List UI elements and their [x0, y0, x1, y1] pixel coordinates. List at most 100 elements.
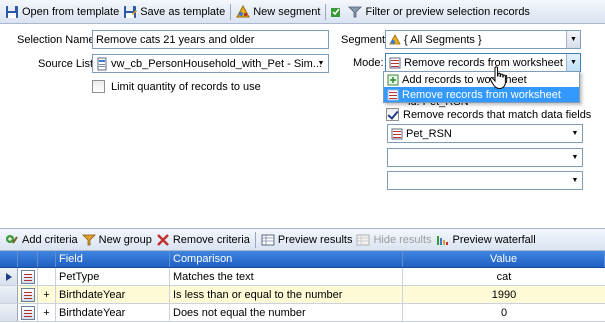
toolbar-divider: [325, 3, 327, 20]
match-field-combo-3[interactable]: ▼: [387, 171, 583, 190]
mode-value: Remove records from worksheet: [404, 56, 563, 69]
toolbar-divider: [230, 3, 232, 20]
column-header-field[interactable]: Field: [56, 251, 170, 267]
row-cell-icon: [18, 286, 38, 303]
mode-option-remove-label: Remove records from worksheet: [402, 88, 561, 101]
source-list-combo[interactable]: vw_cb_PersonHousehold_with_Pet - Sim... …: [92, 54, 329, 73]
segment-value: { All Segments }: [404, 33, 482, 46]
add-records-icon: [387, 73, 399, 87]
segment-shapes-icon: [236, 4, 251, 19]
chevron-down-icon[interactable]: ▼: [568, 172, 582, 189]
selection-name-label: Selection Name:: [17, 34, 98, 46]
segment-label: Segment:: [341, 34, 389, 46]
remove-match-option[interactable]: Remove records that match data fields: [386, 108, 591, 121]
toolbar-divider: [254, 231, 256, 248]
floppy-disk-icon: [5, 5, 19, 19]
row-indicator-arrow-icon: [0, 268, 18, 285]
source-list-label: Source List:: [38, 58, 97, 70]
selection-name-value: Remove cats 21 years and older: [96, 33, 255, 46]
source-list-value: vw_cb_PersonHousehold_with_Pet - Sim...: [111, 57, 322, 70]
filter-preview-label: Filter or preview selection records: [365, 5, 530, 18]
hand-pointer-icon: [489, 66, 509, 90]
preview-results-button[interactable]: Preview results: [259, 230, 355, 250]
new-group-button[interactable]: New group: [80, 230, 154, 250]
grid-header-expander: [38, 251, 56, 267]
grid-header-row: Field Comparison Value: [0, 251, 605, 268]
column-header-value[interactable]: Value: [403, 251, 605, 267]
preview-grid-icon: [261, 233, 275, 247]
hide-results-button[interactable]: Hide results: [354, 230, 433, 250]
chevron-down-icon[interactable]: ▼: [568, 125, 582, 142]
hide-results-label: Hide results: [373, 233, 432, 246]
limit-records-checkbox[interactable]: [92, 80, 105, 93]
check-filter-icon: [331, 5, 345, 19]
add-criteria-label: Add criteria: [22, 233, 78, 246]
open-template-button[interactable]: Open from template: [3, 2, 121, 22]
remove-criteria-icon: [156, 233, 170, 247]
criteria-row-icon: [20, 305, 35, 320]
limit-records-label: Limit quantity of records to use: [111, 80, 261, 93]
match-field-value-1: Pet_RSN: [406, 127, 452, 140]
match-field-combo-2[interactable]: ▼: [387, 148, 583, 167]
row-indicator: [0, 286, 18, 303]
segment-combo[interactable]: { All Segments } ▼: [385, 30, 581, 49]
remove-match-checkbox[interactable]: [386, 108, 399, 121]
chevron-down-icon[interactable]: ▼: [568, 149, 582, 166]
mode-option-remove[interactable]: Remove records from worksheet: [384, 87, 579, 102]
limit-records-option[interactable]: Limit quantity of records to use: [92, 80, 261, 93]
chevron-down-icon[interactable]: ▼: [314, 55, 328, 72]
row-expander-plus-icon[interactable]: +: [38, 304, 56, 321]
selection-name-input[interactable]: Remove cats 21 years and older: [92, 30, 329, 49]
segment-shapes-icon: [389, 33, 401, 47]
row-expander[interactable]: [38, 268, 56, 285]
row-indicator: [0, 304, 18, 321]
table-row[interactable]: + BirthdateYear Is less than or equal to…: [0, 286, 605, 304]
remove-records-icon: [387, 88, 399, 102]
column-header-comparison[interactable]: Comparison: [170, 251, 403, 267]
save-template-button[interactable]: Save as template: [121, 2, 227, 22]
main-toolbar: Open from template Save as template New …: [0, 0, 605, 24]
remove-match-label: Remove records that match data fields: [403, 108, 592, 121]
chevron-down-icon[interactable]: ▼: [566, 31, 580, 48]
row-comparison-cell[interactable]: Matches the text: [170, 268, 403, 285]
row-comparison-cell[interactable]: Does not equal the number: [170, 304, 403, 321]
row-comparison-cell[interactable]: Is less than or equal to the number: [170, 286, 403, 303]
add-criteria-button[interactable]: Add criteria: [3, 230, 80, 250]
row-field-cell[interactable]: BirthdateYear: [56, 286, 170, 303]
criteria-toolbar: Add criteria New group Remove criteria P…: [0, 228, 605, 251]
row-cell-icon: [18, 304, 38, 321]
row-value-cell[interactable]: 1990: [403, 286, 605, 303]
criteria-grid: Field Comparison Value PetType Matches t…: [0, 251, 605, 323]
row-value-cell[interactable]: 0: [403, 304, 605, 321]
row-expander-plus-icon[interactable]: +: [38, 286, 56, 303]
match-field-combo-1[interactable]: Pet_RSN ▼: [387, 124, 583, 143]
row-field-cell[interactable]: BirthdateYear: [56, 304, 170, 321]
mode-option-add[interactable]: Add records to worksheet: [384, 72, 579, 87]
add-criteria-icon: [5, 233, 19, 247]
new-group-label: New group: [98, 233, 152, 246]
chevron-down-icon[interactable]: ▼: [566, 54, 580, 71]
new-segment-label: New segment: [253, 5, 321, 18]
hide-grid-icon: [356, 233, 370, 247]
save-disk-icon: [123, 5, 138, 19]
panel-splitter[interactable]: [0, 202, 605, 228]
waterfall-chart-icon: [436, 233, 450, 247]
preview-waterfall-button[interactable]: Preview waterfall: [434, 230, 538, 250]
filter-preview-button[interactable]: Filter or preview selection records: [329, 2, 531, 22]
row-field-cell[interactable]: PetType: [56, 268, 170, 285]
database-view-icon: [96, 57, 108, 71]
preview-waterfall-label: Preview waterfall: [452, 233, 536, 246]
mode-combo[interactable]: Remove records from worksheet ▼: [385, 53, 581, 72]
mode-label: Mode:: [353, 57, 384, 69]
funnel-icon: [348, 5, 363, 19]
field-icon: [391, 127, 403, 141]
preview-results-label: Preview results: [277, 233, 353, 246]
remove-criteria-button[interactable]: Remove criteria: [154, 230, 252, 250]
row-cell-icon: [18, 268, 38, 285]
open-template-label: Open from template: [22, 5, 120, 18]
table-row[interactable]: PetType Matches the text cat: [0, 268, 605, 286]
row-value-cell[interactable]: cat: [403, 268, 605, 285]
table-row[interactable]: + BirthdateYear Does not equal the numbe…: [0, 304, 605, 322]
new-segment-button[interactable]: New segment: [234, 2, 322, 22]
mode-dropdown-list: Add records to worksheet Remove records …: [383, 71, 580, 103]
